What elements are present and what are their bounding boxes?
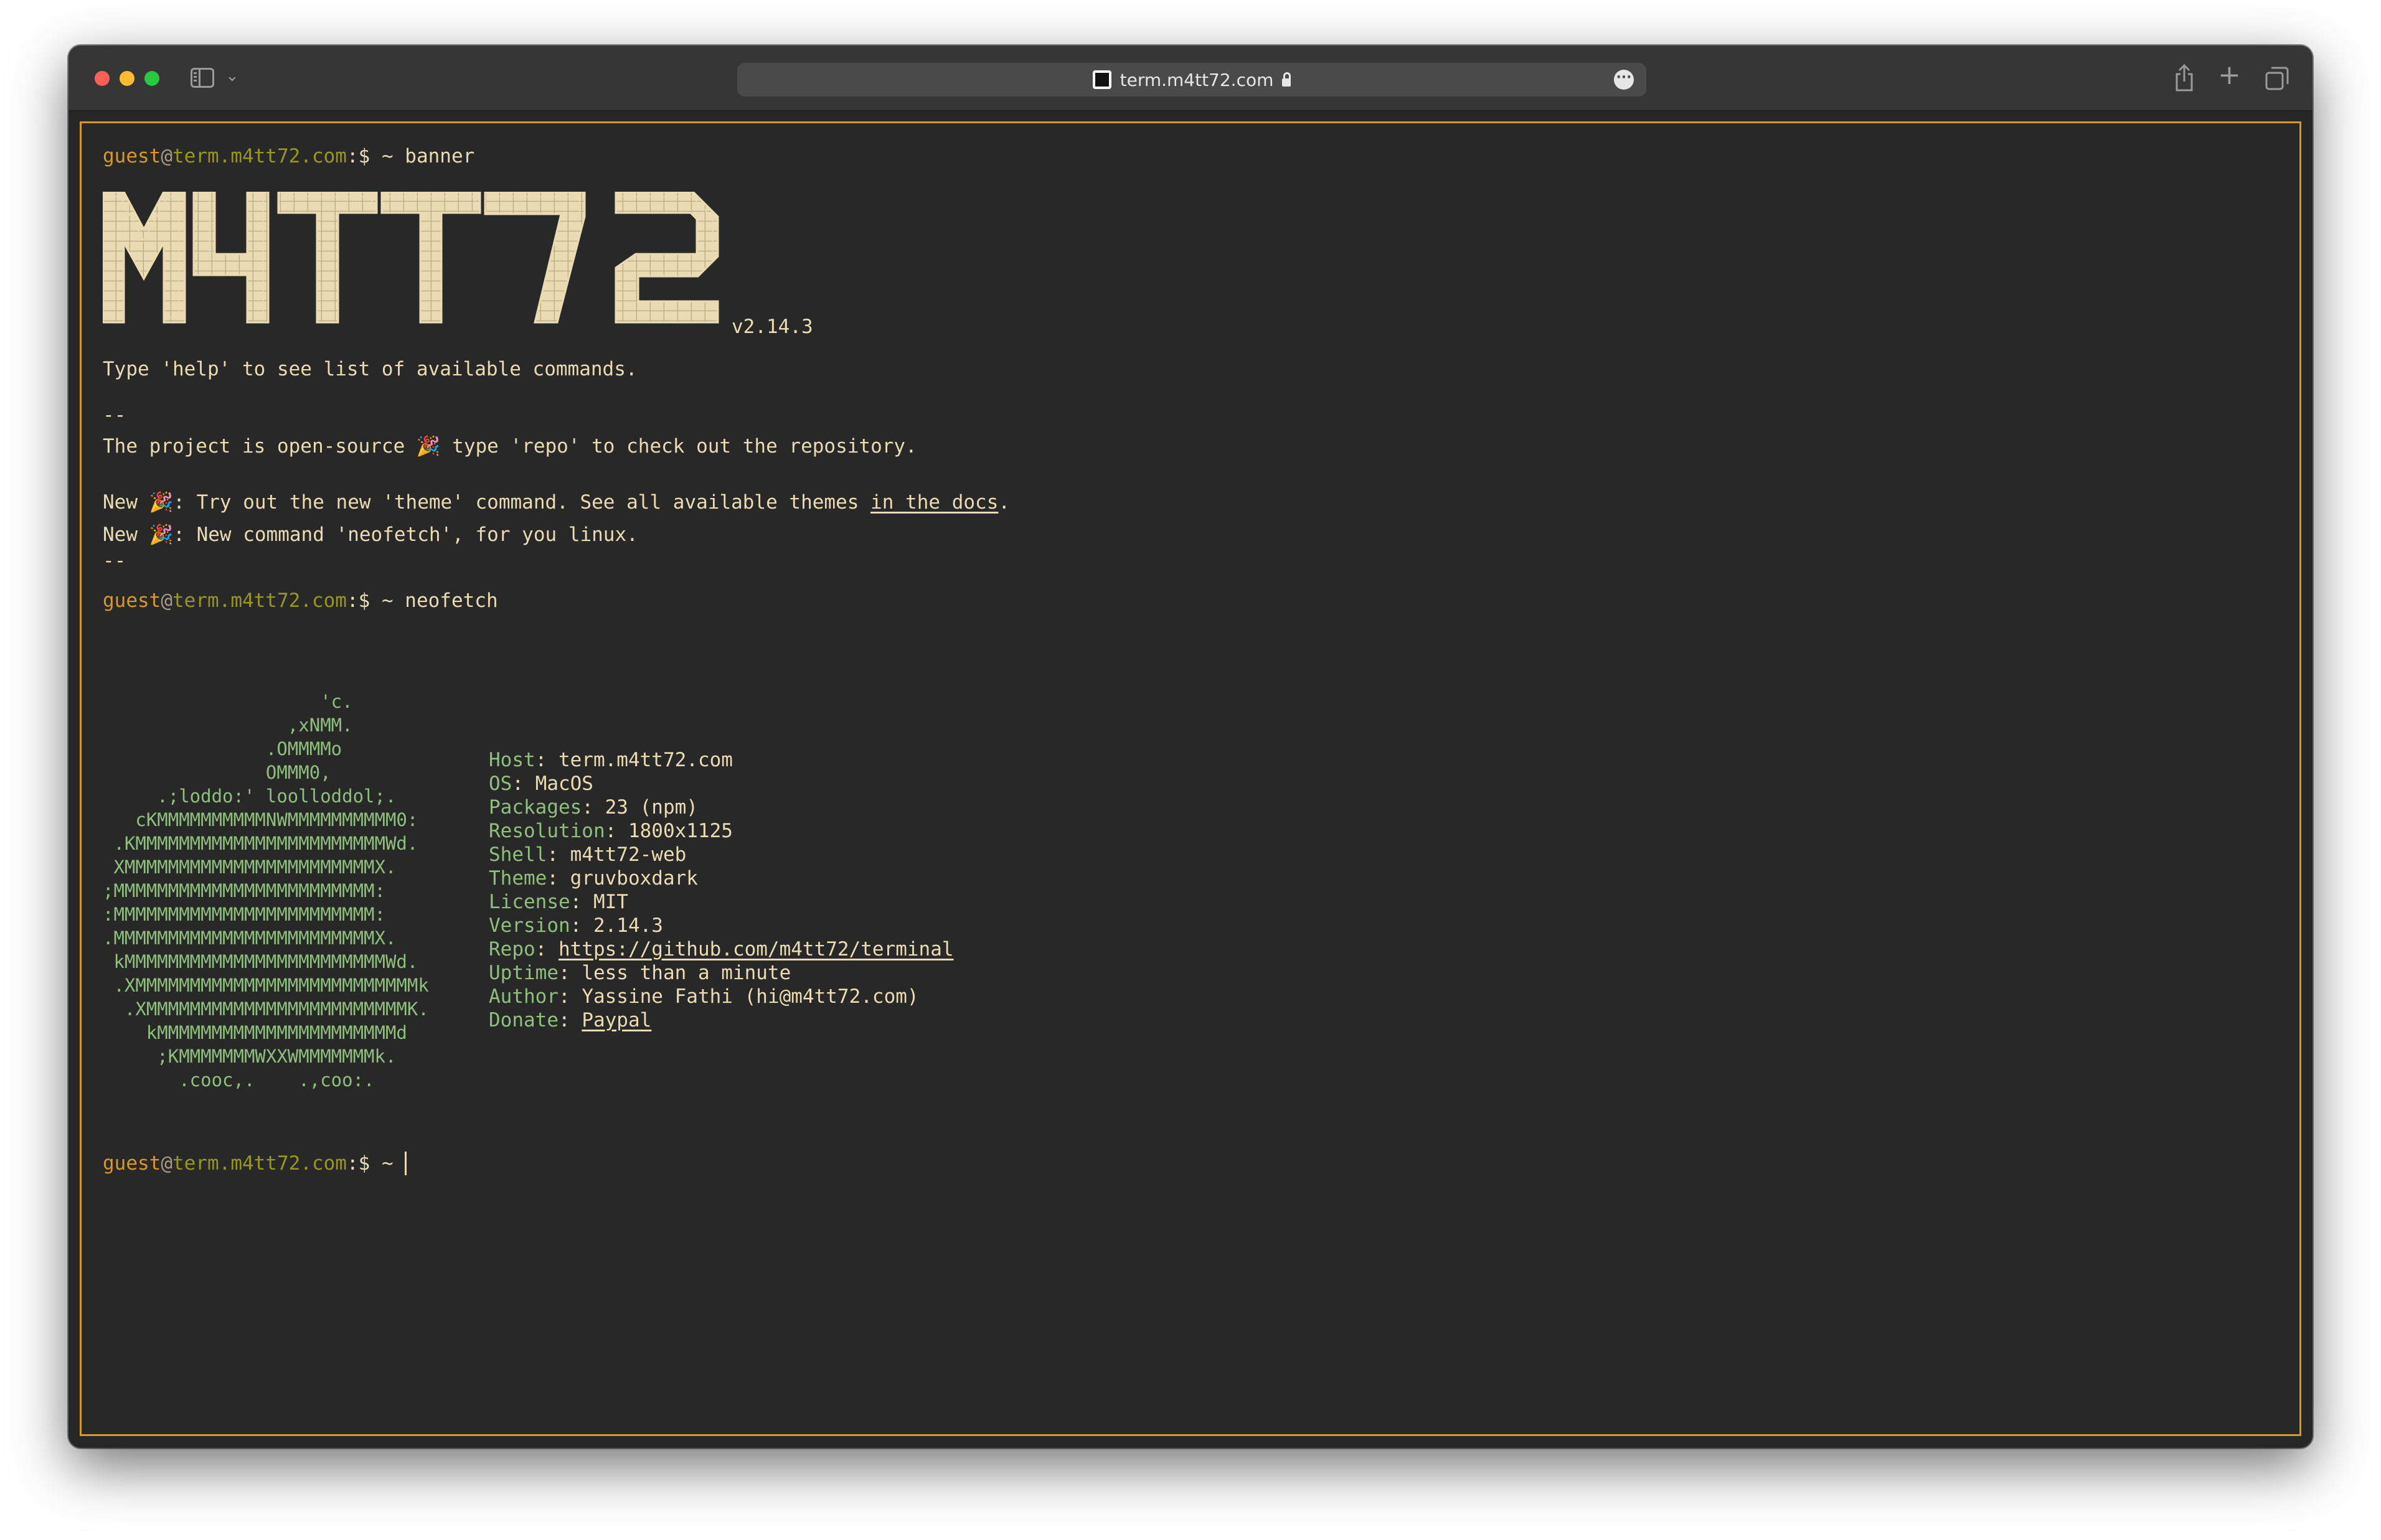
maximize-window-button[interactable]	[144, 71, 159, 86]
info-key: Packages	[489, 796, 582, 819]
prompt-user: guest	[103, 145, 161, 167]
info-key: Repo	[489, 938, 535, 960]
info-value: Yassine Fathi (hi@m4tt72.com)	[582, 985, 919, 1008]
prompt-user: guest	[103, 1152, 161, 1175]
info-row-license: License: MIT	[489, 891, 628, 913]
info-value: 2.14.3	[593, 914, 663, 937]
donate-link[interactable]: Paypal	[582, 1009, 651, 1031]
address-bar-url: term.m4tt72.com	[1120, 69, 1274, 90]
info-key: Author	[489, 985, 559, 1008]
info-value: m4tt72-web	[570, 843, 687, 866]
info-row-uptime: Uptime: less than a minute	[489, 962, 791, 984]
news-theme-text: New 🎉: Try out the new 'theme' command. …	[103, 491, 871, 514]
prompt-suffix: :$ ~	[346, 145, 405, 167]
more-options-icon[interactable]: ···	[1614, 70, 1634, 90]
info-key: Shell	[489, 843, 547, 866]
info-row-host: Host: term.m4tt72.com	[489, 749, 733, 771]
info-value: 1800x1125	[628, 820, 733, 842]
prompt-at: @	[161, 1152, 172, 1175]
info-row-shell: Shell: m4tt72-web	[489, 843, 687, 866]
prompt-line: guest@term.m4tt72.com:$ ~ neofetch	[103, 589, 498, 613]
browser-window: ⌄ term.m4tt72.com ··· + guest@term.m4tt7…	[68, 45, 2313, 1448]
info-row-resolution: Resolution: 1800x1125	[489, 820, 733, 842]
info-row-repo: Repo: https://github.com/m4tt72/terminal	[489, 938, 954, 960]
info-key: Uptime	[489, 962, 559, 984]
prompt-host: term.m4tt72.com	[172, 1152, 347, 1175]
info-row-version: Version: 2.14.3	[489, 914, 663, 937]
info-key: OS	[489, 772, 512, 795]
info-value: 23 (npm)	[605, 796, 698, 819]
tab-overview-icon[interactable]	[2265, 67, 2289, 90]
banner-version: v2.14.3	[732, 316, 813, 338]
apple-ascii-logo: 'c. ,xNMM. .OMMMMo OMMM0, .;loddo:' lool…	[103, 691, 429, 1091]
sidebar-toggle-icon[interactable]	[191, 68, 214, 88]
terminal-viewport[interactable]: guest@term.m4tt72.com:$ ~ banner v2.14.3…	[80, 121, 2301, 1436]
prompt-at: @	[161, 145, 172, 167]
open-source-notice: The project is open-source 🎉 type 'repo'…	[103, 435, 917, 458]
info-key: Donate	[489, 1009, 559, 1031]
prompt-host: term.m4tt72.com	[172, 589, 347, 612]
share-icon[interactable]	[2173, 64, 2195, 92]
new-tab-icon[interactable]: +	[2218, 62, 2241, 89]
info-key: License	[489, 891, 570, 913]
info-key: Theme	[489, 867, 547, 890]
command-text: banner	[405, 145, 475, 167]
info-row-author: Author: Yassine Fathi (hi@m4tt72.com)	[489, 985, 919, 1008]
info-row-packages: Packages: 23 (npm)	[489, 796, 698, 819]
news-neofetch-line: New 🎉: New command 'neofetch', for you l…	[103, 524, 638, 546]
minimize-window-button[interactable]	[120, 71, 134, 86]
info-row-os: OS: MacOS	[489, 772, 593, 795]
browser-titlebar: ⌄ term.m4tt72.com ··· +	[68, 45, 2313, 111]
prompt-suffix: :$ ~	[346, 589, 405, 612]
info-value: term.m4tt72.com	[558, 749, 733, 771]
info-key: Host	[489, 749, 535, 771]
close-window-button[interactable]	[95, 71, 110, 86]
command-text: neofetch	[405, 589, 498, 612]
info-value: less than a minute	[582, 962, 791, 984]
info-key: Version	[489, 914, 570, 937]
address-bar[interactable]: term.m4tt72.com ···	[737, 63, 1646, 96]
info-row-donate: Donate: Paypal	[489, 1009, 652, 1031]
neofetch-info: Host: term.m4tt72.com OS: MacOS Packages…	[489, 748, 954, 1032]
help-hint: Type 'help' to see list of available com…	[103, 358, 638, 380]
prompt-user: guest	[103, 589, 161, 612]
news-theme-line: New 🎉: Try out the new 'theme' command. …	[103, 491, 1010, 514]
info-value: MacOS	[535, 772, 593, 795]
text-cursor[interactable]	[405, 1152, 407, 1175]
site-favicon-icon	[1092, 70, 1111, 89]
banner-logo	[103, 192, 719, 324]
info-row-theme: Theme: gruvboxdark	[489, 867, 698, 890]
prompt-host: term.m4tt72.com	[172, 145, 347, 167]
docs-link[interactable]: in the docs	[870, 491, 998, 514]
lock-icon	[1282, 72, 1291, 87]
separator-bottom: --	[103, 550, 126, 572]
info-key: Resolution	[489, 820, 605, 842]
active-prompt-line[interactable]: guest@term.m4tt72.com:$ ~	[103, 1152, 407, 1175]
info-value: gruvboxdark	[570, 867, 698, 890]
prompt-at: @	[161, 589, 172, 612]
chevron-down-icon[interactable]: ⌄	[225, 67, 239, 85]
separator-top: --	[103, 404, 126, 426]
prompt-suffix: :$ ~	[346, 1152, 405, 1175]
info-value: MIT	[593, 891, 628, 913]
prompt-line: guest@term.m4tt72.com:$ ~ banner	[103, 144, 474, 168]
repo-link[interactable]: https://github.com/m4tt72/terminal	[559, 938, 954, 960]
news-theme-period: .	[998, 491, 1011, 514]
